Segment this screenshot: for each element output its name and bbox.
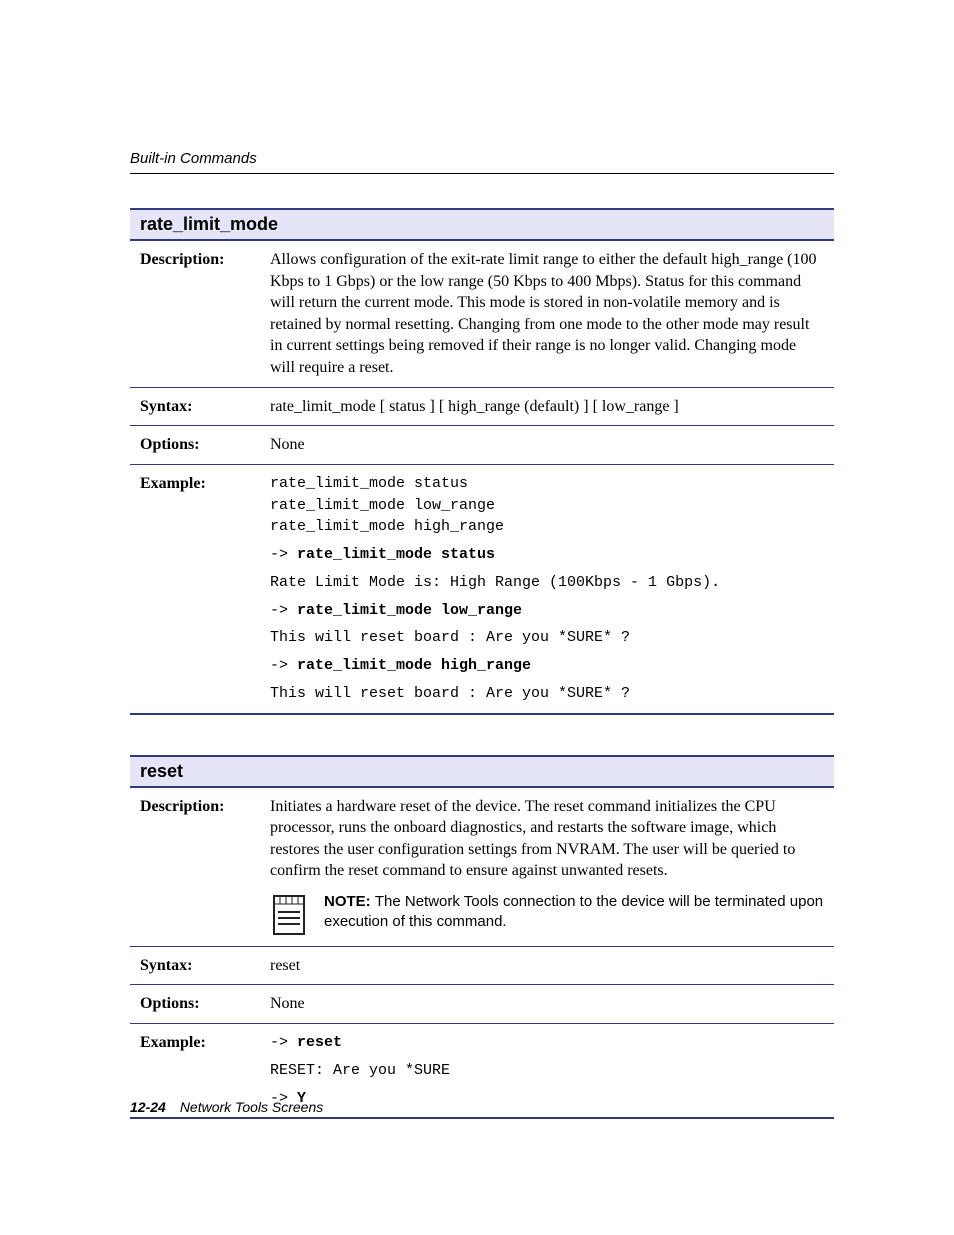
prompt: -> [270,1034,297,1051]
example-command: rate_limit_mode high_range [297,657,531,674]
example-output: This will reset board : Are you *SURE* ? [270,683,824,705]
example-line: -> Y [270,1088,824,1110]
prompt: -> [270,602,297,619]
note-box: NOTE: The Network Tools connection to th… [270,892,824,938]
running-header: Built-in Commands [130,150,834,174]
command-table: Description: Initiates a hardware reset … [130,788,834,1120]
table-row: Options: None [130,985,834,1024]
note-label: NOTE: [324,893,371,910]
example-output: RESET: Are you *SURE [270,1060,824,1082]
prompt: -> [270,657,297,674]
row-value-example: rate_limit_mode status rate_limit_mode l… [260,464,834,713]
example-output: Rate Limit Mode is: High Range (100Kbps … [270,572,824,594]
table-row: Description: Initiates a hardware reset … [130,788,834,947]
page-footer: 12-24 Network Tools Screens [130,1099,323,1115]
row-label-options: Options: [130,985,260,1024]
row-label-description: Description: [130,788,260,947]
example-output: This will reset board : Are you *SURE* ? [270,627,824,649]
note-body: The Network Tools connection to the devi… [324,893,823,930]
row-value-options: None [260,985,834,1024]
example-line: rate_limit_mode high_range [270,516,824,538]
command-title-row: rate_limit_mode [130,208,834,241]
command-table: Description: Allows configuration of the… [130,241,834,715]
example-command: reset [297,1034,342,1051]
note-text: NOTE: The Network Tools connection to th… [324,892,824,933]
note-icon [270,894,310,938]
example-line: -> rate_limit_mode status [270,544,824,566]
example-line: -> rate_limit_mode low_range [270,600,824,622]
page-number: 12-24 [130,1099,166,1115]
example-line: rate_limit_mode status [270,473,824,495]
row-label-options: Options: [130,426,260,465]
example-command: rate_limit_mode status [297,546,495,563]
command-title: reset [140,761,183,781]
row-label-syntax: Syntax: [130,387,260,426]
row-value-syntax: reset [260,946,834,985]
page: Built-in Commands rate_limit_mode Descri… [0,0,954,1235]
footer-title: Network Tools Screens [180,1099,323,1115]
example-line: rate_limit_mode low_range [270,495,824,517]
example-line: -> rate_limit_mode high_range [270,655,824,677]
row-label-example: Example: [130,464,260,713]
command-block-reset: reset Description: Initiates a hardware … [130,755,834,1120]
command-title-row: reset [130,755,834,788]
example-command: rate_limit_mode low_range [297,602,522,619]
command-title: rate_limit_mode [140,214,278,234]
row-value-syntax: rate_limit_mode [ status ] [ high_range … [260,387,834,426]
table-row: Description: Allows configuration of the… [130,241,834,387]
example-line: -> reset [270,1032,824,1054]
table-row: Example: rate_limit_mode status rate_lim… [130,464,834,713]
row-value-options: None [260,426,834,465]
table-row: Options: None [130,426,834,465]
table-row: Syntax: rate_limit_mode [ status ] [ hig… [130,387,834,426]
description-text: Initiates a hardware reset of the device… [270,796,824,882]
table-row: Syntax: reset [130,946,834,985]
row-label-syntax: Syntax: [130,946,260,985]
command-block-rate-limit-mode: rate_limit_mode Description: Allows conf… [130,208,834,715]
prompt: -> [270,546,297,563]
row-value-description: Allows configuration of the exit-rate li… [260,241,834,387]
row-value-example: -> reset RESET: Are you *SURE -> Y [260,1024,834,1119]
row-value-description: Initiates a hardware reset of the device… [260,788,834,947]
row-label-description: Description: [130,241,260,387]
